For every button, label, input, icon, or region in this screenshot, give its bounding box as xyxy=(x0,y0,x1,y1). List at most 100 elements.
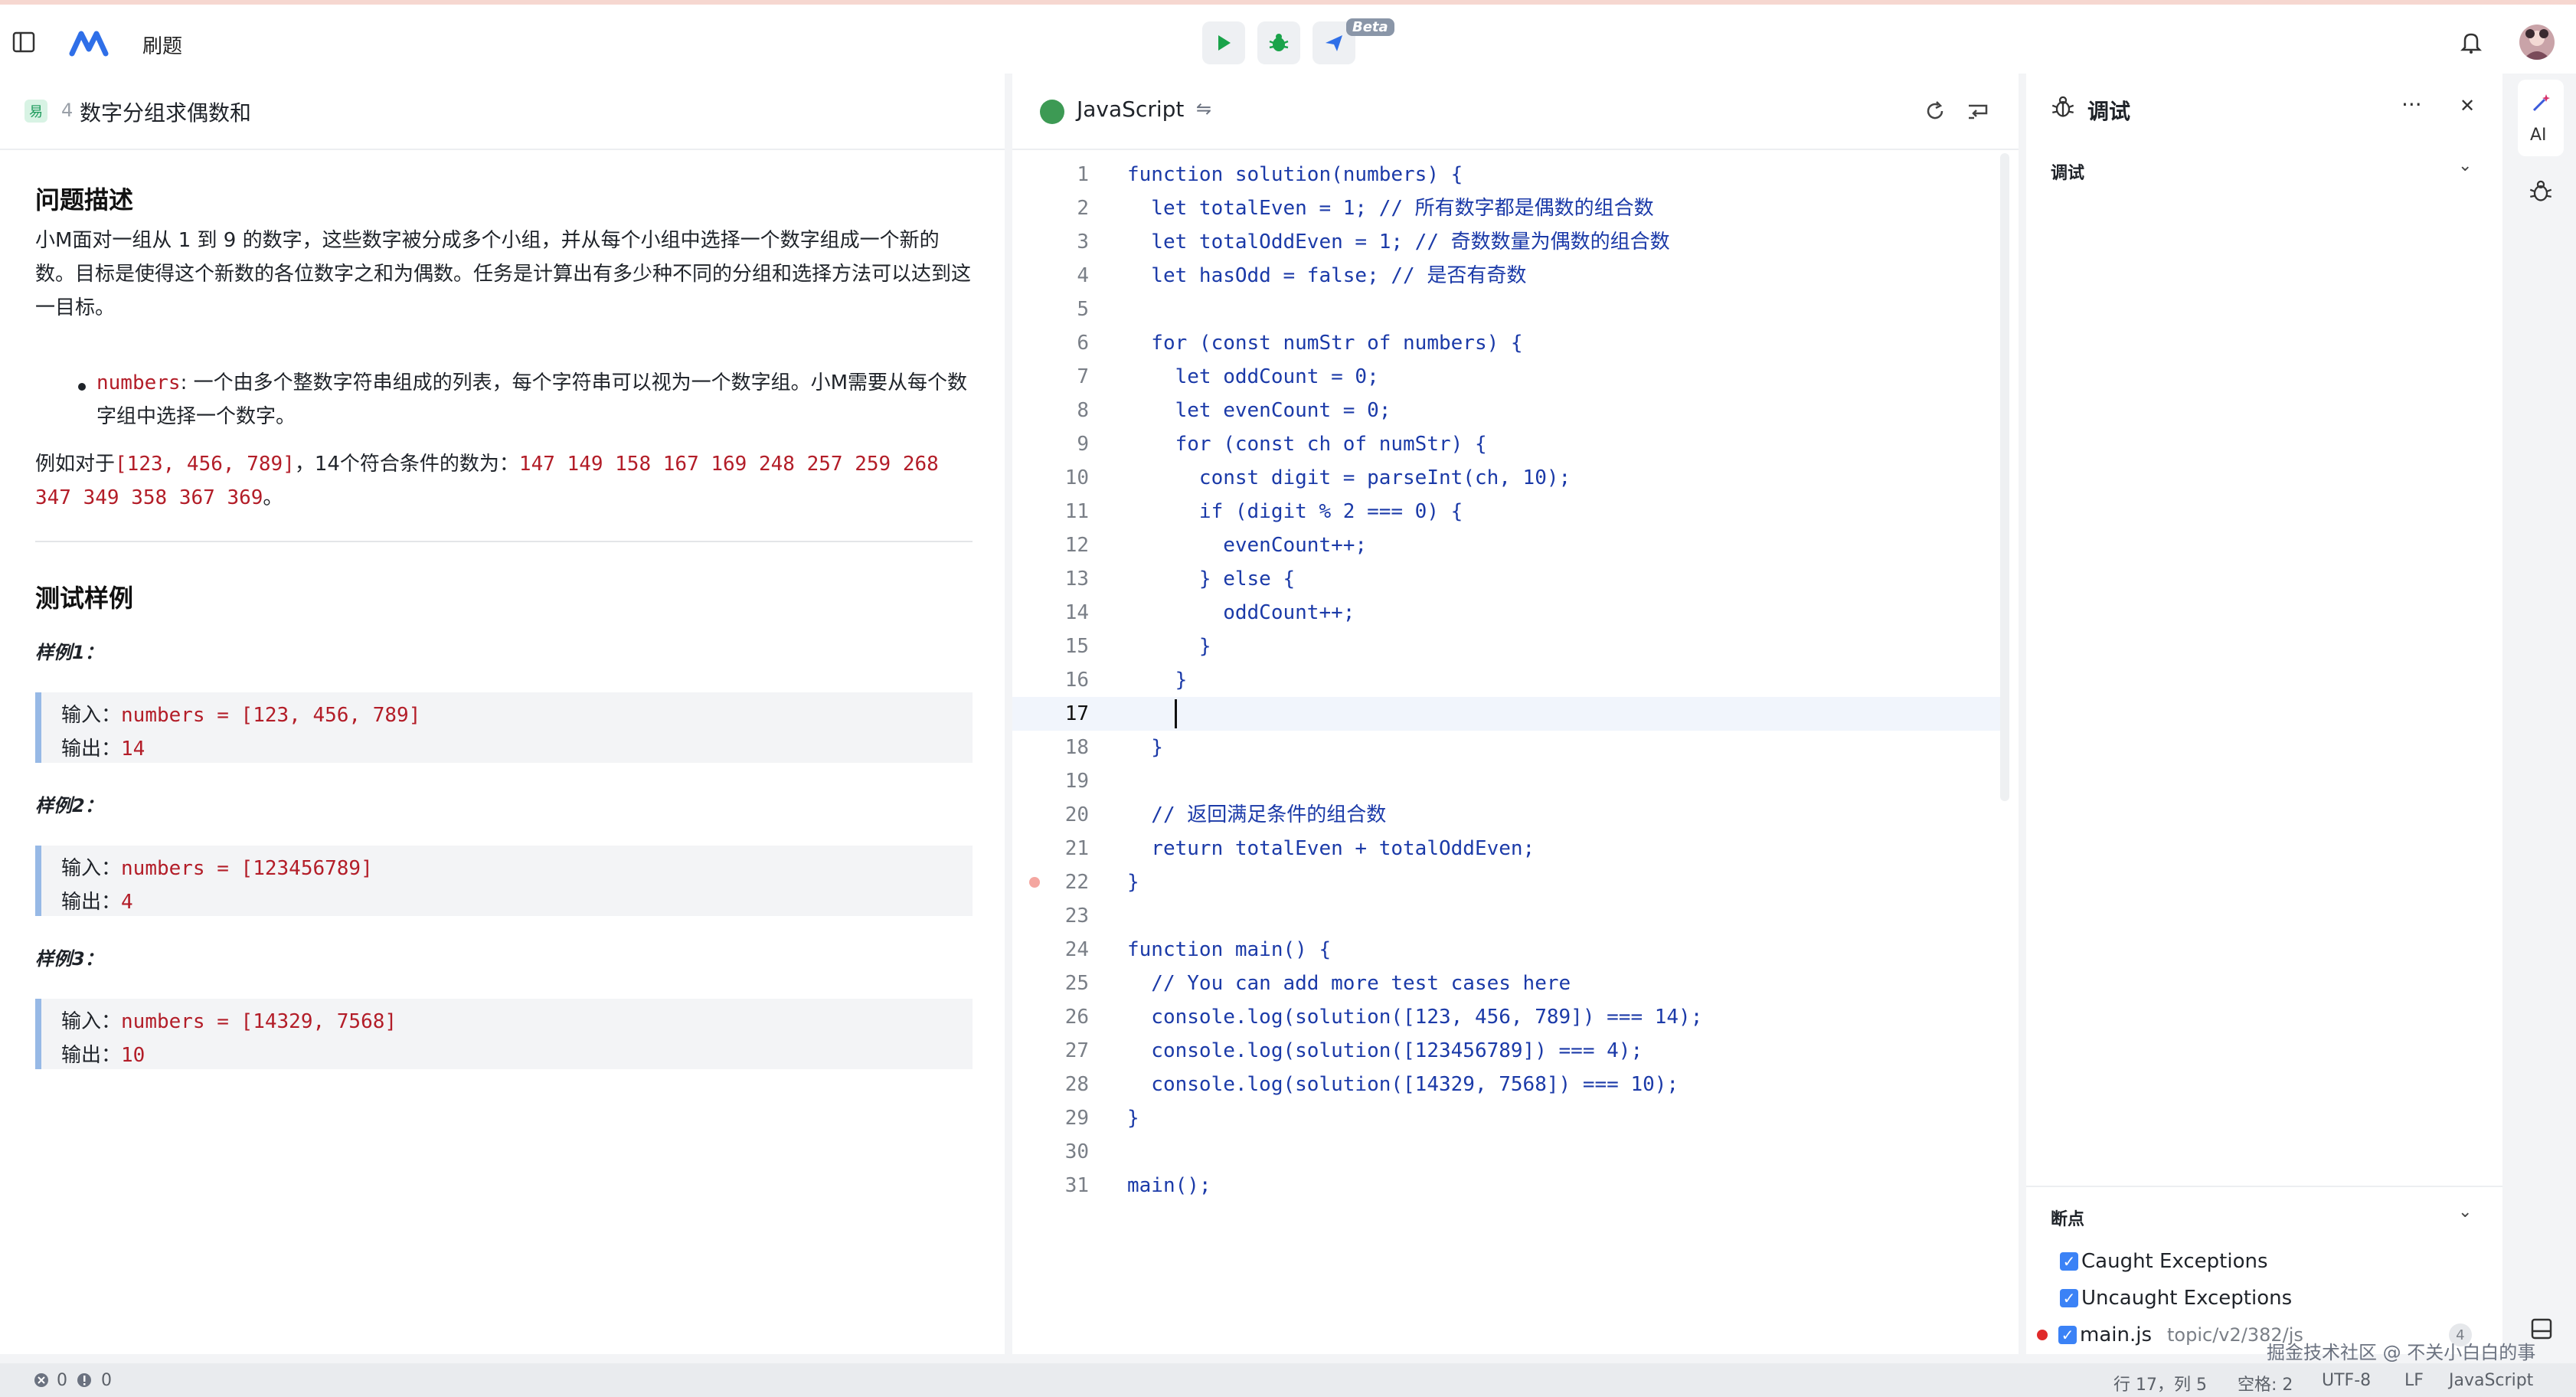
error-icon[interactable] xyxy=(34,1372,49,1388)
caught-exceptions-checkbox[interactable]: ✓ Caught Exceptions xyxy=(2060,1250,2268,1273)
code-text[interactable]: } xyxy=(1127,865,1139,899)
line-number[interactable]: 9 xyxy=(1012,427,1089,461)
run-button[interactable] xyxy=(1202,21,1245,64)
code-line[interactable]: 12 evenCount++; xyxy=(1012,528,2000,562)
code-text[interactable]: let hasOdd = false; // 是否有奇数 xyxy=(1127,259,1526,293)
code-line[interactable]: 21 return totalEven + totalOddEven; xyxy=(1012,832,2000,865)
code-text[interactable]: if (digit % 2 === 0) { xyxy=(1127,495,1463,528)
language-select[interactable]: JavaScript xyxy=(1077,97,1184,122)
line-number[interactable]: 17 xyxy=(1012,697,1089,731)
line-number[interactable]: 25 xyxy=(1012,967,1089,1000)
code-line[interactable]: 2 let totalEven = 1; // 所有数字都是偶数的组合数 xyxy=(1012,191,2000,225)
code-text[interactable]: main(); xyxy=(1127,1169,1211,1202)
code-line[interactable]: 6 for (const numStr of numbers) { xyxy=(1012,326,2000,360)
line-number[interactable]: 7 xyxy=(1012,360,1089,394)
code-line[interactable]: 16 } xyxy=(1012,663,2000,697)
line-number[interactable]: 21 xyxy=(1012,832,1089,865)
line-number[interactable]: 6 xyxy=(1012,326,1089,360)
status-language[interactable]: JavaScript xyxy=(2449,1371,2533,1390)
line-number[interactable]: 22 xyxy=(1012,865,1089,899)
code-line[interactable]: 9 for (const ch of numStr) { xyxy=(1012,427,2000,461)
code-line[interactable]: 4 let hasOdd = false; // 是否有奇数 xyxy=(1012,259,2000,293)
encoding[interactable]: UTF-8 xyxy=(2322,1371,2371,1390)
avatar[interactable] xyxy=(2519,25,2555,60)
debug-button[interactable] xyxy=(1257,21,1300,64)
code-line[interactable]: 28 console.log(solution([14329, 7568]) =… xyxy=(1012,1068,2000,1101)
wrap-lines-icon[interactable] xyxy=(1966,100,1989,123)
more-options-button[interactable]: ··· xyxy=(2401,92,2422,117)
code-text[interactable]: } xyxy=(1127,630,1211,663)
code-line[interactable]: 14 oddCount++; xyxy=(1012,596,2000,630)
code-text[interactable]: function solution(numbers) { xyxy=(1127,158,1463,191)
line-number[interactable]: 5 xyxy=(1012,293,1089,326)
line-number[interactable]: 31 xyxy=(1012,1169,1089,1202)
code-line[interactable]: 18 } xyxy=(1012,731,2000,764)
line-number[interactable]: 13 xyxy=(1012,562,1089,596)
line-number[interactable]: 16 xyxy=(1012,663,1089,697)
line-number[interactable]: 14 xyxy=(1012,596,1089,630)
error-count[interactable]: 0 xyxy=(57,1371,67,1390)
line-number[interactable]: 20 xyxy=(1012,798,1089,832)
code-text[interactable]: evenCount++; xyxy=(1127,528,1367,562)
code-text[interactable]: oddCount++; xyxy=(1127,596,1355,630)
code-line[interactable]: 5 xyxy=(1012,293,2000,326)
code-line[interactable]: 30 xyxy=(1012,1135,2000,1169)
code-line[interactable]: 23 xyxy=(1012,899,2000,933)
ai-button[interactable]: AI xyxy=(2518,80,2564,156)
code-line[interactable]: 20 // 返回满足条件的组合数 xyxy=(1012,798,2000,832)
line-number[interactable]: 18 xyxy=(1012,731,1089,764)
code-line[interactable]: 25 // You can add more test cases here xyxy=(1012,967,2000,1000)
line-number[interactable]: 12 xyxy=(1012,528,1089,562)
line-number[interactable]: 28 xyxy=(1012,1068,1089,1101)
code-line[interactable]: 27 console.log(solution([123456789]) ===… xyxy=(1012,1034,2000,1068)
code-text[interactable]: function main() { xyxy=(1127,933,1331,967)
code-line[interactable]: 24 function main() { xyxy=(1012,933,2000,967)
chevron-down-icon[interactable]: ⌄ xyxy=(2458,1202,2472,1222)
line-number[interactable]: 29 xyxy=(1012,1101,1089,1135)
code-text[interactable]: console.log(solution([123456789]) === 4)… xyxy=(1127,1034,1643,1068)
breakpoint-marker[interactable] xyxy=(1029,877,1040,888)
line-number[interactable]: 2 xyxy=(1012,191,1089,225)
line-number[interactable]: 11 xyxy=(1012,495,1089,528)
code-line[interactable]: 3 let totalOddEven = 1; // 奇数数量为偶数的组合数 xyxy=(1012,225,2000,259)
code-text[interactable]: for (const ch of numStr) { xyxy=(1127,427,1487,461)
line-number[interactable]: 23 xyxy=(1012,899,1089,933)
uncaught-exceptions-checkbox[interactable]: ✓ Uncaught Exceptions xyxy=(2060,1287,2292,1310)
cursor-position[interactable]: 行 17，列 5 xyxy=(2113,1371,2207,1395)
line-number[interactable]: 19 xyxy=(1012,764,1089,798)
code-line[interactable]: 13 } else { xyxy=(1012,562,2000,596)
code-line[interactable]: 22} xyxy=(1012,865,2000,899)
line-number[interactable]: 3 xyxy=(1012,225,1089,259)
code-text[interactable]: // You can add more test cases here xyxy=(1127,967,1571,1000)
line-ending[interactable]: LF xyxy=(2404,1371,2424,1390)
line-number[interactable]: 15 xyxy=(1012,630,1089,663)
line-number[interactable]: 4 xyxy=(1012,259,1089,293)
code-line[interactable]: 7 let oddCount = 0; xyxy=(1012,360,2000,394)
code-line[interactable]: 31 main(); xyxy=(1012,1169,2000,1202)
reset-icon[interactable] xyxy=(1924,100,1947,123)
warning-count[interactable]: 0 xyxy=(101,1371,112,1390)
code-text[interactable]: let totalOddEven = 1; // 奇数数量为偶数的组合数 xyxy=(1127,225,1669,259)
code-text[interactable]: console.log(solution([14329, 7568]) === … xyxy=(1127,1068,1679,1101)
line-number[interactable]: 30 xyxy=(1012,1135,1089,1169)
swap-language-icon[interactable]: ⇋ xyxy=(1196,98,1211,119)
chevron-down-icon[interactable]: ⌄ xyxy=(2458,156,2472,175)
code-line[interactable]: 15 } xyxy=(1012,630,2000,663)
close-button[interactable]: ✕ xyxy=(2460,95,2475,116)
editor-scrollbar[interactable] xyxy=(2000,153,2009,801)
bug-icon[interactable] xyxy=(2529,179,2553,204)
code-text[interactable]: } xyxy=(1127,663,1188,697)
bell-icon[interactable] xyxy=(2460,31,2483,54)
line-number[interactable]: 27 xyxy=(1012,1034,1089,1068)
code-line[interactable]: 17 xyxy=(1012,697,2000,731)
code-text[interactable]: for (const numStr of numbers) { xyxy=(1127,326,1522,360)
code-line[interactable]: 8 let evenCount = 0; xyxy=(1012,394,2000,427)
code-line[interactable]: 10 const digit = parseInt(ch, 10); xyxy=(1012,461,2000,495)
code-line[interactable]: 1 function solution(numbers) { xyxy=(1012,158,2000,191)
code-line[interactable]: 19 xyxy=(1012,764,2000,798)
code-text[interactable]: } xyxy=(1127,731,1163,764)
code-text[interactable]: const digit = parseInt(ch, 10); xyxy=(1127,461,1571,495)
code-line[interactable]: 26 console.log(solution([123, 456, 789])… xyxy=(1012,1000,2000,1034)
line-number[interactable]: 26 xyxy=(1012,1000,1089,1034)
code-text[interactable]: let oddCount = 0; xyxy=(1127,360,1379,394)
